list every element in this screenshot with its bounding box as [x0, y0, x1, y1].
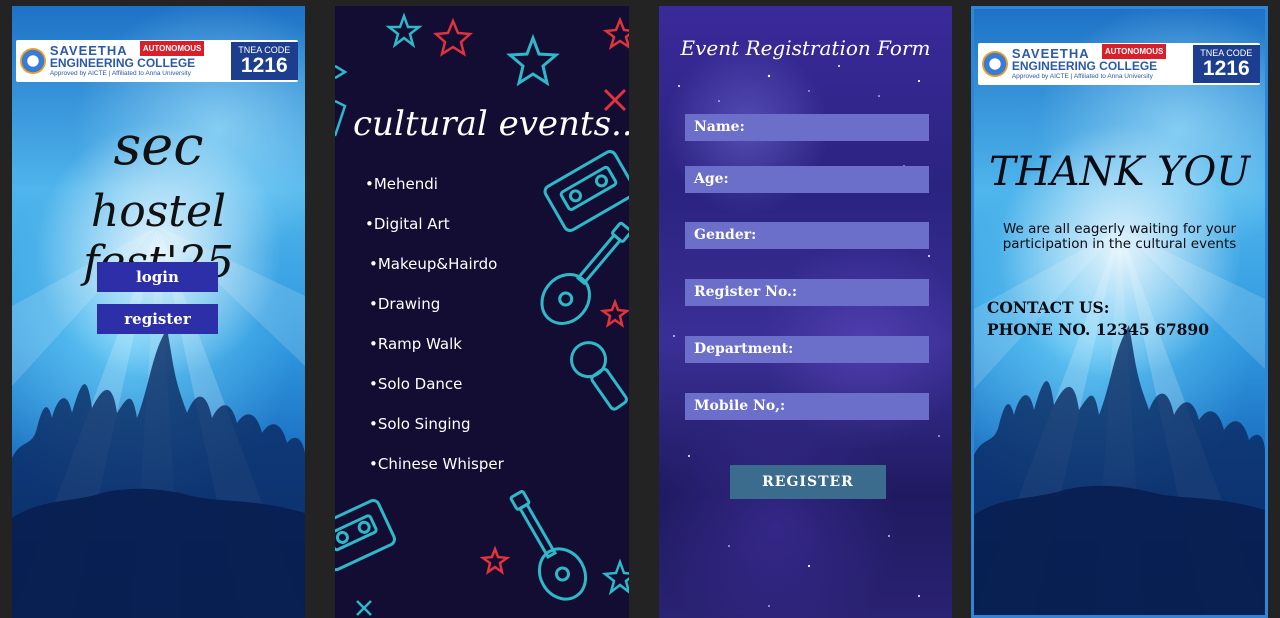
event-item[interactable]: •Mehendi — [365, 174, 504, 214]
event-item[interactable]: •Drawing — [365, 294, 504, 334]
home-screen: SAVEETHA AUTONOMOUS ENGINEERING COLLEGE A… — [12, 6, 305, 618]
star-icon — [601, 558, 629, 596]
events-heading: cultural events.... — [353, 104, 629, 144]
tnea-code-box: TNEA CODE 1216 — [230, 42, 299, 80]
event-item[interactable]: •Solo Singing — [365, 414, 504, 454]
star-icon — [479, 545, 511, 575]
event-item[interactable]: •Solo Dance — [365, 374, 504, 414]
thank-you-message: We are all eagerly waiting for your part… — [1002, 221, 1237, 252]
event-item[interactable]: •Digital Art — [365, 214, 504, 254]
college-name-line1: SAVEETHA AUTONOMOUS — [50, 41, 225, 57]
partial-star-icon — [335, 64, 348, 80]
contact-phone: PHONE NO. 12345 67890 — [987, 320, 1209, 339]
college-logo: SAVEETHA AUTONOMOUS ENGINEERING COLLEGE A… — [16, 40, 299, 82]
star-icon — [506, 33, 560, 87]
autonomous-badge: AUTONOMOUS — [1101, 44, 1167, 59]
star-icon — [602, 16, 629, 50]
guitar-icon — [509, 490, 588, 601]
microphone-icon — [570, 341, 628, 411]
mobile-field[interactable]: Mobile No,: — [685, 393, 929, 420]
events-list: •Mehendi •Digital Art •Makeup&Hairdo •Dr… — [365, 174, 504, 494]
college-approval: Approved by AICTE | Affiliated to Anna U… — [1011, 73, 1153, 80]
login-button[interactable]: login — [97, 262, 218, 292]
partial-shape-icon — [335, 99, 347, 137]
register-button[interactable]: register — [97, 304, 218, 334]
age-field[interactable]: Age: — [685, 166, 929, 193]
college-emblem-icon — [982, 51, 1008, 77]
tnea-code: 1216 — [1202, 57, 1250, 80]
guitar-icon — [540, 221, 629, 325]
event-item[interactable]: •Chinese Whisper — [365, 454, 504, 494]
tnea-code: 1216 — [240, 54, 288, 77]
college-name-line1: SAVEETHA AUTONOMOUS — [1012, 44, 1187, 60]
registration-form-screen: Event Registration Form Name: Age: Gende… — [659, 6, 952, 618]
cassette-icon — [335, 499, 396, 572]
college-approval: Approved by AICTE | Affiliated to Anna U… — [49, 70, 191, 77]
contact-label: CONTACT US: — [987, 298, 1110, 317]
starfield — [673, 65, 940, 607]
name-field[interactable]: Name: — [685, 114, 929, 141]
thank-you-screen: SAVEETHA AUTONOMOUS ENGINEERING COLLEGE A… — [971, 6, 1268, 618]
gender-field[interactable]: Gender: — [685, 222, 929, 249]
department-field[interactable]: Department: — [685, 336, 929, 363]
event-item[interactable]: •Makeup&Hairdo — [365, 254, 504, 294]
form-title: Event Registration Form — [680, 36, 931, 60]
events-screen: cultural events.... •Mehendi •Digital Ar… — [335, 6, 629, 618]
tnea-code-box: TNEA CODE 1216 — [1192, 45, 1261, 83]
cassette-icon — [543, 150, 629, 232]
college-logo: SAVEETHA AUTONOMOUS ENGINEERING COLLEGE A… — [978, 43, 1261, 85]
college-name-line2: ENGINEERING COLLEGE — [49, 56, 196, 70]
thank-you-title: THANK YOU — [989, 149, 1250, 195]
crowd-silhouette — [974, 325, 1265, 615]
register-number-field[interactable]: Register No.: — [685, 279, 929, 306]
event-item[interactable]: •Ramp Walk — [365, 334, 504, 374]
cross-icon — [356, 600, 372, 616]
star-icon — [385, 12, 423, 49]
star-icon — [432, 17, 474, 57]
submit-register-button[interactable]: REGISTER — [730, 465, 886, 499]
autonomous-badge: AUTONOMOUS — [139, 41, 205, 56]
college-name-line2: ENGINEERING COLLEGE — [1011, 59, 1158, 73]
crowd-silhouette — [12, 328, 305, 618]
star-icon — [599, 298, 629, 328]
college-emblem-icon — [20, 48, 46, 74]
fest-title-line1: sec — [113, 114, 204, 177]
